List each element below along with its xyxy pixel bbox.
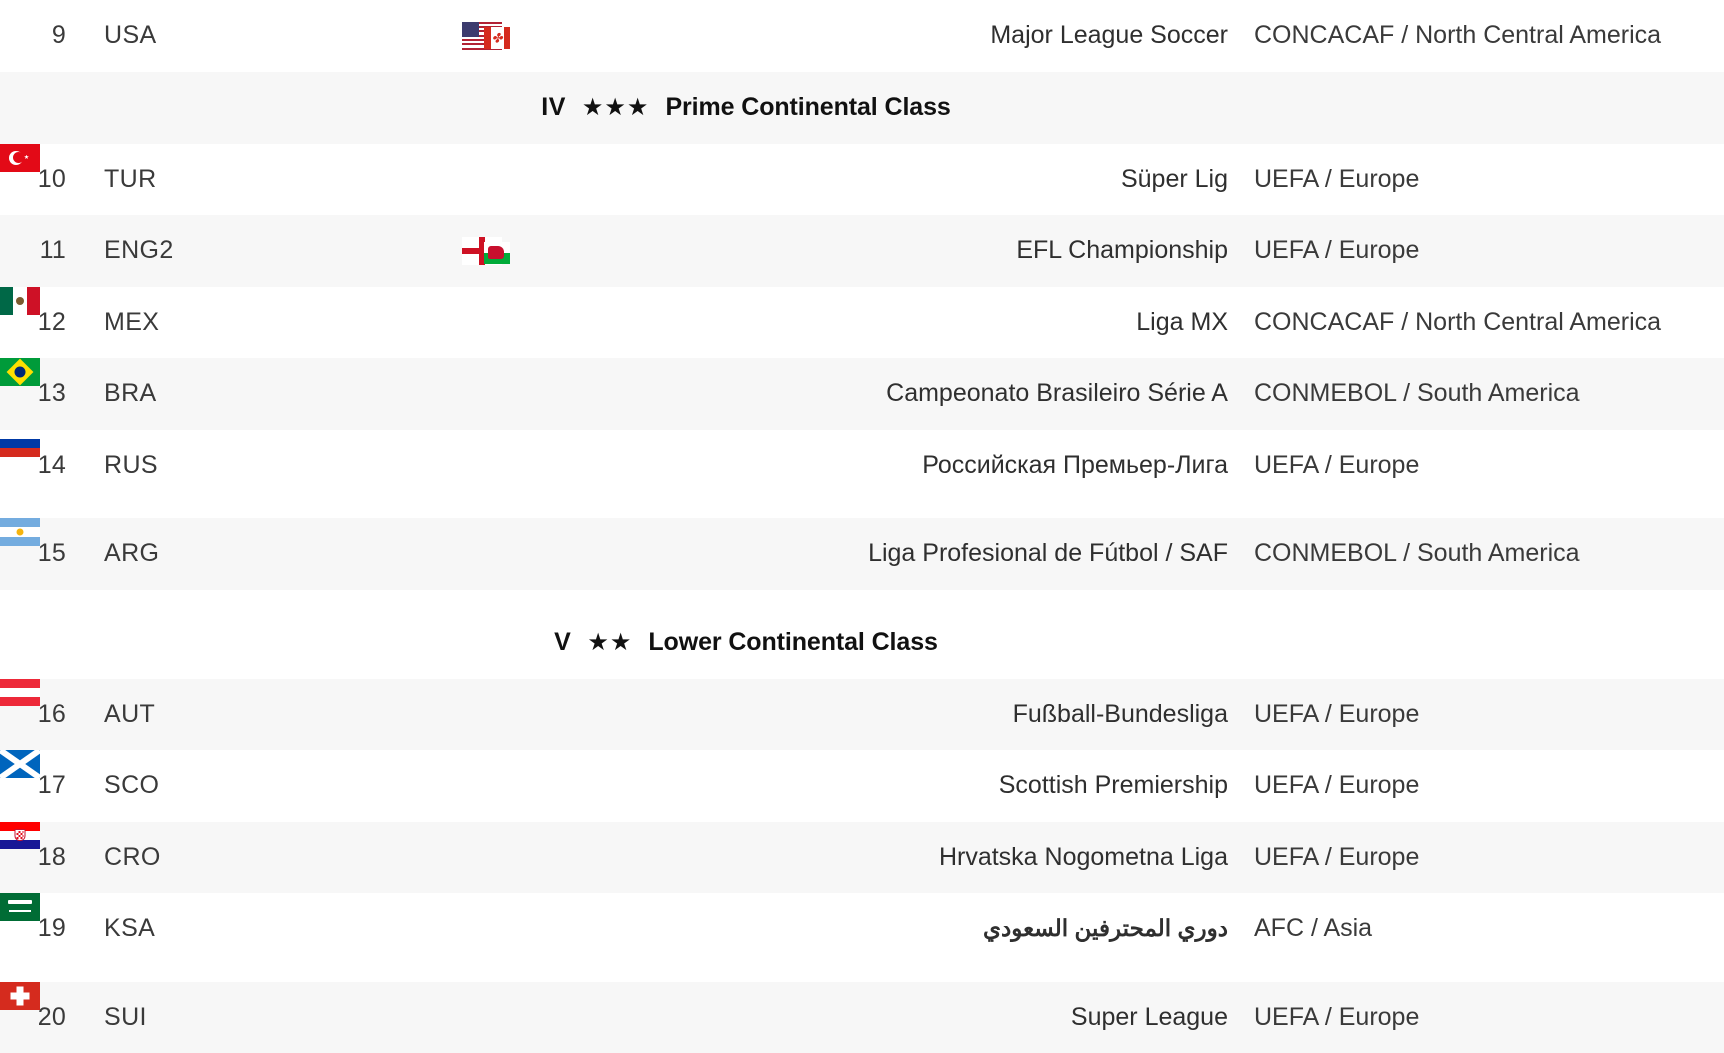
row-confederation: UEFA / Europe — [1254, 1003, 1724, 1032]
table-row[interactable]: 20SUISuper LeagueUEFA / Europe — [0, 982, 1724, 1053]
row-confederation: CONCACAF / North Central America — [1254, 21, 1724, 50]
row-rank: 9 — [0, 21, 80, 50]
flag-scotland-icon — [0, 750, 40, 778]
row-league-name: Российская Премьер-Лига — [590, 451, 1254, 480]
flag-argentina-icon — [0, 518, 40, 546]
row-spacer — [0, 501, 1724, 518]
row-country-code: AUT — [80, 700, 330, 729]
row-league-name: Major League Soccer — [590, 21, 1254, 50]
table-row[interactable]: 15ARGLiga Profesional de Fútbol / SAFCON… — [0, 518, 1724, 590]
row-confederation: UEFA / Europe — [1254, 236, 1724, 265]
row-country-code: MEX — [80, 308, 330, 337]
flag-usa-canada-icon: ✤ — [462, 22, 520, 50]
row-country-code: RUS — [80, 451, 330, 480]
row-league-name: Süper Lig — [590, 165, 1254, 194]
row-confederation: CONMEBOL / South America — [1254, 539, 1724, 568]
row-rank: 11 — [0, 236, 80, 265]
row-league-name: Hrvatska Nogometna Liga — [590, 843, 1254, 872]
table-row[interactable]: 16AUTFußball-BundesligaUEFA / Europe — [0, 679, 1724, 751]
row-confederation: UEFA / Europe — [1254, 165, 1724, 194]
section-star-rating: ★★ — [587, 631, 632, 655]
row-league-name: Super League — [590, 1003, 1254, 1032]
table-row[interactable]: 9USA ✤ Major League SoccerCONCACAF / North… — [0, 0, 1724, 72]
section-title: Prime Continental Class — [665, 93, 950, 122]
row-league-name: Fußball-Bundesliga — [590, 700, 1254, 729]
table-row[interactable]: 17SCOScottish PremiershipUEFA / Europe — [0, 750, 1724, 822]
section-header-row: V ★★ Lower Continental Class — [0, 607, 1724, 679]
row-country-code: USA — [80, 21, 330, 50]
row-flag-cell: ✤ — [330, 22, 590, 50]
flag-england-wales-icon — [462, 237, 520, 265]
section-header-content: IV ★★★ Prime Continental Class — [541, 93, 950, 122]
league-ranking-table: 9USA✤Major League SoccerCONCACAF / North… — [0, 0, 1724, 1053]
table-row[interactable]: 19KSAدوري المحترفين السعوديAFC / Asia — [0, 893, 1724, 965]
row-country-code: ARG — [80, 539, 330, 568]
section-title: Lower Continental Class — [648, 628, 937, 657]
flag-turkey-icon — [0, 144, 40, 172]
row-league-name: Liga Profesional de Fútbol / SAF — [590, 539, 1254, 568]
flag-saudi-arabia-icon — [0, 893, 40, 921]
table-row[interactable]: 12MEXLiga MXCONCACAF / North Central Ame… — [0, 287, 1724, 359]
row-country-code: SCO — [80, 771, 330, 800]
flag-russia-icon — [0, 430, 40, 458]
row-league-name: Campeonato Brasileiro Série A — [590, 379, 1254, 408]
row-confederation: AFC / Asia — [1254, 914, 1724, 943]
row-flag-cell — [330, 237, 590, 265]
section-star-rating: ★★★ — [582, 96, 650, 120]
row-confederation: CONMEBOL / South America — [1254, 379, 1724, 408]
row-country-code: CRO — [80, 843, 330, 872]
row-confederation: UEFA / Europe — [1254, 700, 1724, 729]
row-country-code: TUR — [80, 165, 330, 194]
table-row[interactable]: 13BRACampeonato Brasileiro Série ACONMEB… — [0, 358, 1724, 430]
section-numeral: IV — [541, 93, 566, 122]
row-spacer — [0, 590, 1724, 607]
row-country-code: ENG2 — [80, 236, 330, 265]
table-row[interactable]: 18CROHrvatska Nogometna LigaUEFA / Europ… — [0, 822, 1724, 894]
section-numeral: V — [554, 628, 571, 657]
row-confederation: UEFA / Europe — [1254, 843, 1724, 872]
row-league-name: Liga MX — [590, 308, 1254, 337]
row-country-code: BRA — [80, 379, 330, 408]
row-confederation: UEFA / Europe — [1254, 771, 1724, 800]
row-country-code: KSA — [80, 914, 330, 943]
section-header-content: V ★★ Lower Continental Class — [554, 628, 938, 657]
table-row[interactable]: 10TURSüper LigUEFA / Europe — [0, 144, 1724, 216]
flag-switzerland-icon — [0, 982, 40, 1010]
table-row[interactable]: 14RUSРоссийская Премьер-ЛигаUEFA / Europ… — [0, 430, 1724, 502]
flag-mexico-icon — [0, 287, 40, 315]
row-confederation: UEFA / Europe — [1254, 451, 1724, 480]
flag-austria-icon — [0, 679, 40, 707]
flag-croatia-icon — [0, 822, 40, 850]
row-spacer — [0, 965, 1724, 982]
row-country-code: SUI — [80, 1003, 330, 1032]
section-header-row: IV ★★★ Prime Continental Class — [0, 72, 1724, 144]
flag-brazil-icon — [0, 358, 40, 386]
row-league-name: Scottish Premiership — [590, 771, 1254, 800]
row-league-name: دوري المحترفين السعودي — [590, 915, 1254, 942]
row-league-name: EFL Championship — [590, 236, 1254, 265]
row-confederation: CONCACAF / North Central America — [1254, 308, 1724, 337]
table-row[interactable]: 11ENG2 EFL ChampionshipUEFA / Europe — [0, 215, 1724, 287]
